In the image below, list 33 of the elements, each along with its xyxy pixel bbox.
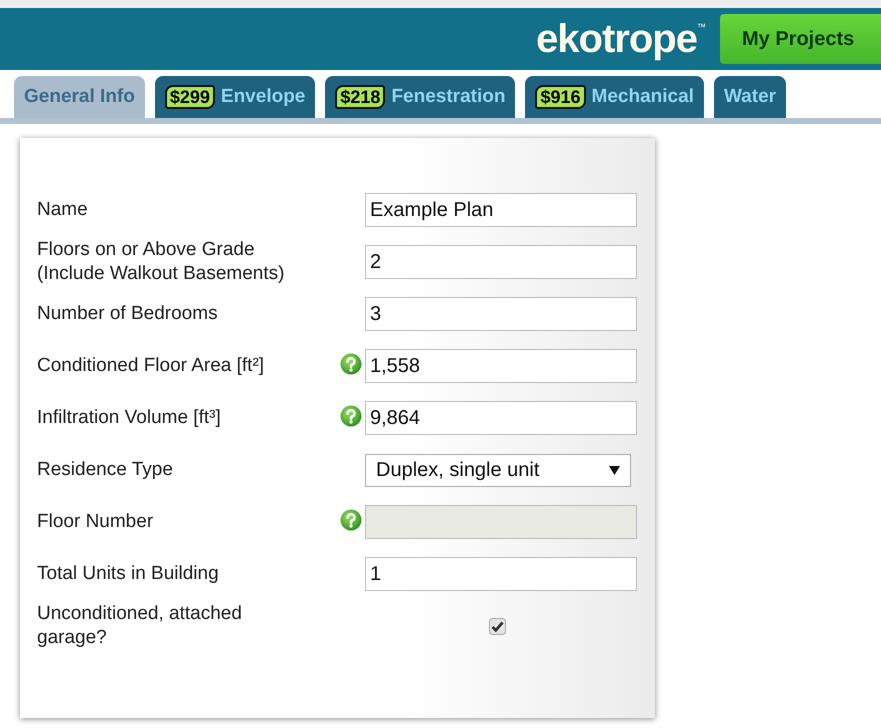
tab[interactable]: Water (714, 76, 786, 118)
logo: ekotrope (536, 19, 697, 59)
my-projects-button[interactable]: My Projects (720, 14, 881, 64)
input-field[interactable]: 2 (365, 245, 637, 279)
trademark: ™ (697, 23, 706, 32)
tab-label: Envelope (220, 86, 306, 108)
field-label: Floor Number (37, 510, 154, 534)
checkbox[interactable] (488, 618, 506, 634)
tab-label: Fenestration (391, 86, 506, 108)
input-field[interactable]: 9,864 (365, 401, 637, 435)
field-label: Number of Bedrooms (37, 302, 219, 326)
dropdown[interactable]: Duplex, single unit (365, 454, 631, 486)
field-label: Residence Type (37, 458, 174, 482)
field-label: Infiltration Volume [ft³] (37, 406, 222, 430)
tab-label: Mechanical (592, 86, 694, 108)
help-icon[interactable] (340, 352, 362, 374)
input-field[interactable]: 3 (365, 297, 637, 331)
field-label: Name (37, 198, 89, 222)
input-field[interactable]: Example Plan (365, 193, 637, 227)
tab[interactable]: $916 Mechanical (525, 76, 704, 118)
field-label: Unconditioned, attached garage? (37, 602, 243, 650)
tab[interactable]: $299 Envelope (154, 76, 316, 118)
help-icon[interactable] (340, 404, 362, 426)
input-field[interactable]: 1 (365, 557, 637, 591)
input-field[interactable]: 1,558 (365, 349, 637, 383)
caret-icon (609, 466, 620, 474)
price-badge: $218 (335, 85, 386, 109)
price-badge: $916 (535, 85, 586, 109)
field-label: Floors on or Above Grade (Include Walkout Basements) (37, 238, 286, 286)
field-label: Total Units in Building (37, 562, 220, 586)
tab[interactable]: $218 Fenestration (325, 76, 516, 118)
field-label: Conditioned Floor Area [ft²] (37, 354, 266, 378)
price-badge: $299 (164, 85, 215, 109)
